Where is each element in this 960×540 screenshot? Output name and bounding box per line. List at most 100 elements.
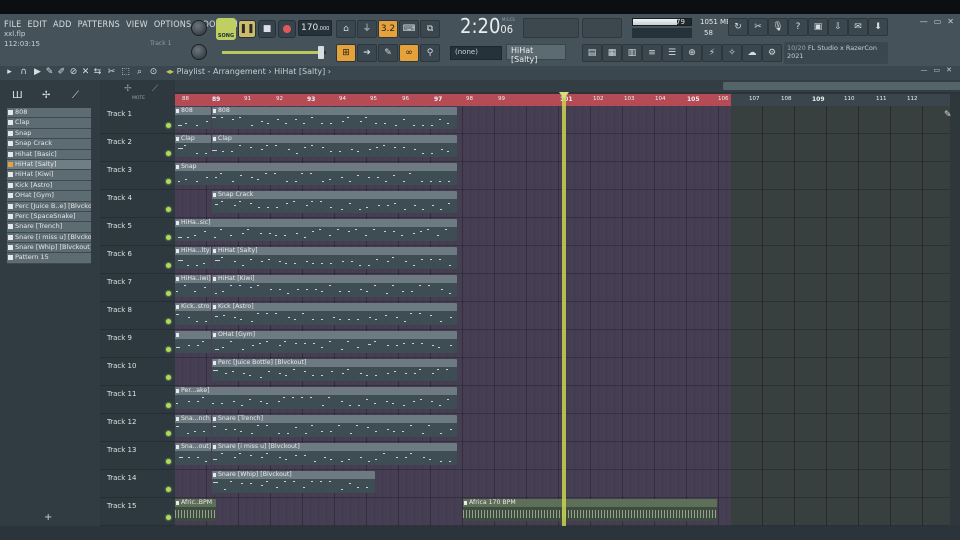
track-mute-led[interactable] — [166, 403, 171, 408]
track-header[interactable]: Track 13 — [100, 442, 175, 470]
snap-icon[interactable]: ⊞ — [336, 44, 356, 62]
song-mode-toggle[interactable]: SONG — [216, 18, 236, 40]
typing-keyboard-icon[interactable]: ⌨ — [399, 20, 419, 38]
refresh-icon[interactable]: ↻ — [728, 18, 748, 36]
pattern-clip[interactable]: Clap — [175, 135, 211, 157]
pattern-clip[interactable]: Snare [Trench] — [212, 415, 457, 437]
track-header[interactable]: Track 14 — [100, 470, 175, 498]
track-mute-led[interactable] — [166, 319, 171, 324]
pattern-list-item[interactable]: Hihat [Basic] — [7, 149, 91, 160]
cloud-icon[interactable]: ☁ — [742, 44, 762, 62]
wait-for-input-icon[interactable]: ⏚ — [357, 20, 377, 38]
tempo-display[interactable]: 170.000 — [298, 20, 332, 36]
pattern-list-item[interactable]: Snare [Whip] [Blvckout] — [7, 243, 91, 254]
playhead-marker[interactable] — [559, 92, 569, 99]
pattern-clip[interactable]: 808 — [212, 107, 457, 129]
pattern-clip[interactable]: Clap — [212, 135, 457, 157]
tools-icon[interactable]: ⚙ — [762, 44, 782, 62]
pattern-clip[interactable]: Sna...nch] — [175, 415, 211, 437]
track-mute-led[interactable] — [166, 487, 171, 492]
song-time-display[interactable]: 2:2006 M:S:CS — [460, 14, 515, 38]
draw-icon[interactable]: ⟋ — [152, 84, 158, 94]
track-mute-led[interactable] — [166, 291, 171, 296]
delete-icon[interactable]: ⊘ — [68, 67, 79, 78]
snap-select[interactable]: (none) — [450, 46, 502, 60]
playlist-grid-outside-loop[interactable] — [731, 106, 950, 526]
pattern-list-item[interactable]: OHat [Gym] — [7, 191, 91, 202]
track-mute-led[interactable] — [166, 515, 171, 520]
pattern-clip[interactable]: 808 — [175, 107, 211, 129]
pattern-list-item[interactable]: HiHat [Kiwi] — [7, 170, 91, 181]
menu-item-add[interactable]: ADD — [53, 20, 72, 30]
track-mute-led[interactable] — [166, 235, 171, 240]
track-header[interactable]: Track 12 — [100, 414, 175, 442]
master-slider-handle[interactable] — [318, 46, 324, 59]
pattern-list-item[interactable]: Snare [Trench] — [7, 222, 91, 233]
track-mute-led[interactable] — [166, 459, 171, 464]
minimize-icon[interactable]: — — [921, 66, 928, 74]
slice-icon[interactable]: ✂ — [106, 67, 117, 78]
pattern-clip[interactable]: Snap Crack — [212, 191, 457, 213]
stop-button[interactable]: ■ — [258, 20, 276, 38]
track-mute-led[interactable] — [166, 375, 171, 380]
close-icon[interactable]: ✕ — [946, 66, 952, 74]
paint-icon[interactable]: ✎ — [44, 67, 55, 78]
track-header[interactable]: Track 9 — [100, 330, 175, 358]
play-pattern-icon[interactable]: ▶ — [32, 67, 43, 78]
step-icon[interactable]: 3.2 — [378, 20, 398, 38]
menu-item-options[interactable]: OPTIONS — [154, 20, 192, 30]
metronome-icon[interactable]: ⌂ — [336, 20, 356, 38]
pattern-list-item[interactable]: Pattern 15 — [7, 253, 91, 264]
track-header[interactable]: Track 15 — [100, 498, 175, 526]
pattern-list-item[interactable]: Perc [Juice B..e] [Blvckout] — [7, 201, 91, 212]
playhead[interactable] — [562, 94, 566, 526]
pattern-clip[interactable]: Sna...out] — [175, 443, 211, 465]
render-icon[interactable]: ⇩ — [828, 18, 848, 36]
news-panel[interactable]: 10/20 FL Studio x RazerCon 2021 — [784, 42, 888, 64]
cowbell-icon[interactable]: ⚲ — [420, 44, 440, 62]
chat-icon[interactable]: ✉ — [848, 18, 868, 36]
pattern-clip[interactable]: HiHa..sic] — [175, 219, 457, 241]
pattern-clip[interactable]: Snare [Whip] [Blvckout] — [212, 471, 375, 493]
pattern-list-item[interactable]: Kick [Astro] — [7, 180, 91, 192]
pattern-list-item[interactable]: HiHat [Salty] — [7, 159, 91, 171]
channel-rack-icon[interactable]: ▥ — [622, 44, 642, 62]
pattern-list-item[interactable]: Snare [i miss u] [Blvckout] — [7, 232, 91, 244]
master-volume-knob[interactable] — [191, 20, 207, 36]
track-header[interactable]: Track 1 — [100, 106, 175, 134]
track-mute-led[interactable] — [166, 207, 171, 212]
track-header[interactable]: Track 5 — [100, 218, 175, 246]
move-icon[interactable]: ✢ — [124, 84, 132, 94]
pattern-icon[interactable]: Ш — [12, 90, 23, 101]
pattern-clip[interactable]: Perc [Juice Bottle] [Blvckout] — [212, 359, 457, 381]
save-icon[interactable]: ▣ — [808, 18, 828, 36]
close-icon[interactable]: ✕ — [947, 17, 954, 26]
track-header[interactable]: Track 7 — [100, 274, 175, 302]
horizontal-scrollbar[interactable] — [175, 80, 960, 92]
microphone-icon[interactable]: 🎙︎ — [768, 18, 788, 36]
mixer-icon[interactable]: ≡ — [642, 44, 662, 62]
pattern-select[interactable]: HiHat [Salty] — [506, 44, 566, 64]
add-pattern-icon[interactable]: + — [44, 512, 52, 523]
pattern-list-item[interactable]: Snap Crack — [7, 139, 91, 150]
pattern-list-item[interactable]: Snap — [7, 128, 91, 140]
pattern-clip[interactable]: Kick [Astro] — [212, 303, 457, 325]
link-icon[interactable]: ∞ — [399, 44, 419, 62]
scroll-thumb[interactable] — [723, 82, 960, 90]
track-header[interactable]: Track 3 — [100, 162, 175, 190]
track-mute-led[interactable] — [166, 347, 171, 352]
playback-icon[interactable]: ⊙ — [148, 67, 159, 78]
pattern-clip[interactable]: Per...ake] — [175, 387, 457, 409]
pattern-clip[interactable]: HiHat [Kiwi] — [212, 275, 457, 297]
track-header[interactable]: Track 11 — [100, 386, 175, 414]
move-icon[interactable]: ✢ — [42, 90, 50, 101]
menu-arrow-icon[interactable]: ▸ — [4, 67, 15, 78]
brush-icon[interactable]: ✐ — [56, 67, 67, 78]
draw-icon[interactable]: ⟋ — [72, 90, 79, 101]
pattern-clip[interactable]: OHat [Gym] — [212, 331, 457, 353]
magnet-icon[interactable]: ∩ — [18, 67, 29, 78]
vertical-scrollbar[interactable] — [950, 94, 960, 526]
master-pitch-knob[interactable] — [191, 44, 207, 60]
pattern-clip[interactable]: HiHa...lty] — [175, 247, 211, 269]
track-header[interactable]: Track 6 — [100, 246, 175, 274]
